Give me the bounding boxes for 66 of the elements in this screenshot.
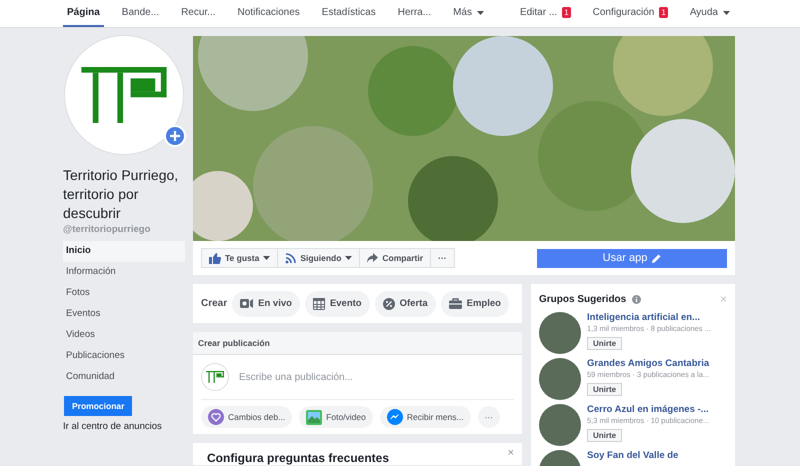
nav-tab[interactable]: Más: [449, 0, 488, 27]
composer-chip[interactable]: Recibir mens...: [380, 406, 471, 428]
join-button[interactable]: Unirte: [587, 429, 622, 442]
group-photo: [539, 404, 581, 446]
nav-link[interactable]: Ayuda: [686, 0, 734, 27]
nav-tab[interactable]: Herra...: [394, 0, 436, 27]
sidebar-item[interactable]: Fotos: [63, 283, 185, 304]
sidebar-item[interactable]: Videos: [63, 325, 185, 346]
promote-button[interactable]: Promocionar: [64, 396, 132, 416]
discount-badge-icon: [382, 298, 395, 310]
groups-title: Grupos Sugeridos: [539, 294, 626, 304]
ads-center-link[interactable]: Ir al centro de anuncios: [63, 421, 185, 432]
join-button[interactable]: Unirte: [587, 383, 622, 396]
composer-chip[interactable]: Cambios deb...: [201, 406, 292, 428]
notification-badge: 1: [659, 7, 668, 18]
video-camera-icon: [240, 298, 254, 309]
action-button[interactable]: Te gusta: [202, 249, 278, 267]
nav-tab[interactable]: Recur...: [177, 0, 220, 27]
group-name[interactable]: Cerro Azul en imágenes -...: [587, 404, 710, 415]
use-app-button[interactable]: Usar app: [537, 248, 727, 268]
create-button[interactable]: Oferta: [374, 290, 436, 316]
sidebar-item[interactable]: Publicaciones: [63, 346, 185, 367]
notification-badge: 1: [562, 7, 571, 18]
create-button[interactable]: En vivo: [232, 290, 300, 316]
composer-chip[interactable]: Foto/video: [299, 406, 373, 428]
post-input-field[interactable]: Escribe una publicación...: [237, 370, 514, 384]
photo-icon: [306, 410, 322, 424]
create-button[interactable]: Empleo: [440, 290, 509, 316]
group-photo: [539, 358, 581, 400]
sidebar-item[interactable]: Comunidad: [63, 367, 185, 388]
action-button[interactable]: Siguiendo: [278, 249, 360, 267]
composer-title: Crear publicación: [193, 332, 522, 355]
thumbs-up-icon: [209, 252, 221, 264]
nav-tab[interactable]: Bande...: [118, 0, 164, 27]
calendar-icon: [312, 298, 325, 310]
more-button[interactable]: ···: [478, 406, 500, 428]
nav-tab[interactable]: Estadísticas: [318, 0, 380, 27]
faq-title: Configura preguntas frecuentes: [207, 452, 390, 465]
add-photo-icon[interactable]: [164, 125, 186, 147]
group-name[interactable]: Grandes Amigos Cantabria: [587, 358, 710, 369]
info-icon[interactable]: [632, 294, 642, 304]
logo-icon: [206, 371, 224, 383]
group-name[interactable]: Inteligencia artificial en...: [587, 312, 711, 323]
nav-tab[interactable]: Página: [63, 0, 104, 27]
messenger-icon: [386, 409, 403, 425]
briefcase-icon: [448, 298, 462, 309]
sidebar-item[interactable]: Información: [63, 262, 185, 283]
heart-badge-icon: [208, 409, 224, 425]
page-name: Territorio Purriego, territorio por descubrir: [63, 166, 180, 223]
share-arrow-icon: [367, 253, 378, 263]
group-photo: [539, 312, 581, 354]
group-name[interactable]: Soy Fan del Valle de: [587, 450, 678, 461]
pencil-icon: [652, 254, 662, 262]
create-label: Crear: [201, 298, 228, 309]
nav-link[interactable]: Editar ... 1: [516, 0, 575, 27]
rss-icon: [285, 252, 296, 264]
logo-icon: [81, 66, 167, 124]
page-handle: @territoriopurriego: [63, 224, 152, 235]
sidebar-item[interactable]: Inicio: [63, 241, 185, 262]
nav-tab[interactable]: Notificaciones: [234, 0, 304, 27]
sidebar-item[interactable]: Eventos: [63, 304, 185, 325]
join-button[interactable]: Unirte: [587, 337, 622, 350]
action-button[interactable]: Compartir: [360, 249, 432, 267]
nav-link[interactable]: Configuración 1: [588, 0, 672, 27]
create-button[interactable]: Evento: [304, 290, 370, 316]
more-button[interactable]: ···: [431, 249, 454, 267]
